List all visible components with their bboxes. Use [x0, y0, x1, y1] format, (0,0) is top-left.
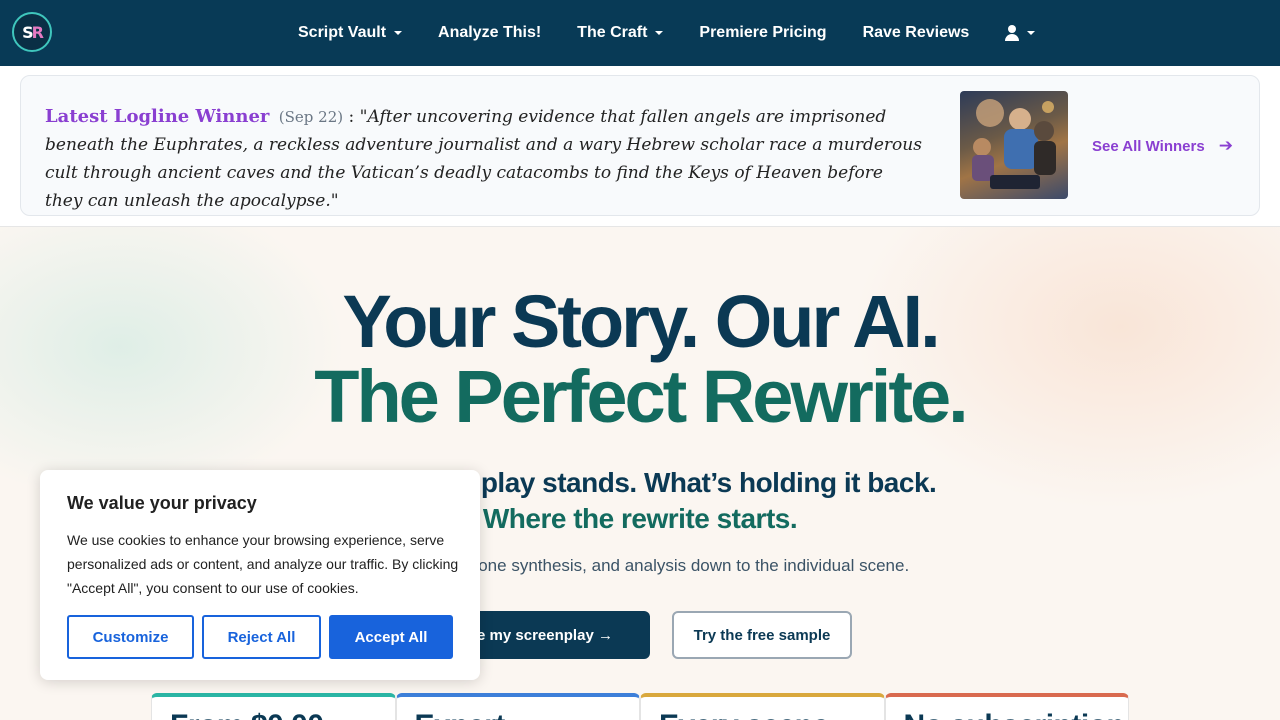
feature-card-title: Expert	[415, 709, 506, 720]
caret-down-icon	[1027, 31, 1036, 35]
nav-item-premiere-pricing[interactable]: Premiere Pricing	[699, 24, 826, 42]
user-icon	[1005, 25, 1020, 41]
feature-card-title: Every scene	[659, 709, 829, 720]
free-sample-button[interactable]: Try the free sample	[672, 611, 852, 659]
arrow-right-icon: ➔	[1218, 136, 1233, 155]
top-navbar: SR Script Vault Analyze This! The Craft …	[0, 0, 1280, 66]
logline-separator: :	[348, 107, 355, 127]
feature-cards: From $0.00 Expert Every scene No subscri…	[151, 693, 1129, 720]
logline-card: Latest Logline Winner (Sep 22) : "After …	[20, 75, 1260, 216]
site-logo[interactable]: SR	[12, 12, 52, 52]
nav-item-analyze-this[interactable]: Analyze This!	[438, 24, 541, 42]
cookie-body: We use cookies to enhance your browsing …	[67, 532, 459, 596]
customize-button[interactable]: Customize	[67, 615, 194, 659]
nav-item-the-craft[interactable]: The Craft	[577, 24, 664, 42]
reject-all-button[interactable]: Reject All	[202, 615, 321, 659]
feature-card-title: From $0.00	[170, 709, 324, 720]
logline-text: Latest Logline Winner (Sep 22) : "After …	[45, 103, 925, 215]
cookie-consent-dialog: We value your privacy We use cookies to …	[40, 470, 480, 680]
hero-headline-line1: Your Story. Our AI.	[342, 280, 940, 363]
feature-card: From $0.00	[151, 693, 396, 720]
logline-poster-image[interactable]	[960, 91, 1068, 199]
accept-all-button[interactable]: Accept All	[329, 615, 453, 659]
nav-item-label: Rave Reviews	[862, 24, 970, 41]
see-all-winners-link[interactable]: See All Winners ➔	[1092, 136, 1233, 156]
account-menu[interactable]	[1005, 25, 1036, 41]
logline-date: (Sep 22)	[278, 108, 344, 126]
nav-item-label: The Craft	[577, 24, 648, 41]
feature-card: No subscription	[884, 693, 1129, 720]
feature-card: Expert	[395, 693, 640, 720]
logline-label[interactable]: Latest Logline Winner	[45, 106, 269, 127]
feature-card: Every scene	[640, 693, 885, 720]
caret-down-icon	[394, 31, 403, 35]
nav-item-label: Analyze This!	[438, 24, 542, 41]
feature-card-title: No subscription	[904, 709, 1125, 720]
logline-banner: Latest Logline Winner (Sep 22) : "After …	[0, 66, 1280, 227]
nav-item-label: Premiere Pricing	[699, 24, 827, 41]
logo-monogram: SR	[22, 22, 44, 42]
nav-item-rave-reviews[interactable]: Rave Reviews	[863, 24, 970, 42]
nav-menu: Script Vault Analyze This! The Craft Pre…	[298, 0, 1071, 66]
caret-down-icon	[655, 31, 664, 35]
nav-item-label: Script Vault	[298, 24, 387, 41]
nav-item-script-vault[interactable]: Script Vault	[298, 24, 403, 42]
see-all-label: See All Winners	[1092, 137, 1205, 155]
cookie-title: We value your privacy	[67, 493, 257, 513]
hero-headline-line2: The Perfect Rewrite.	[314, 355, 968, 438]
